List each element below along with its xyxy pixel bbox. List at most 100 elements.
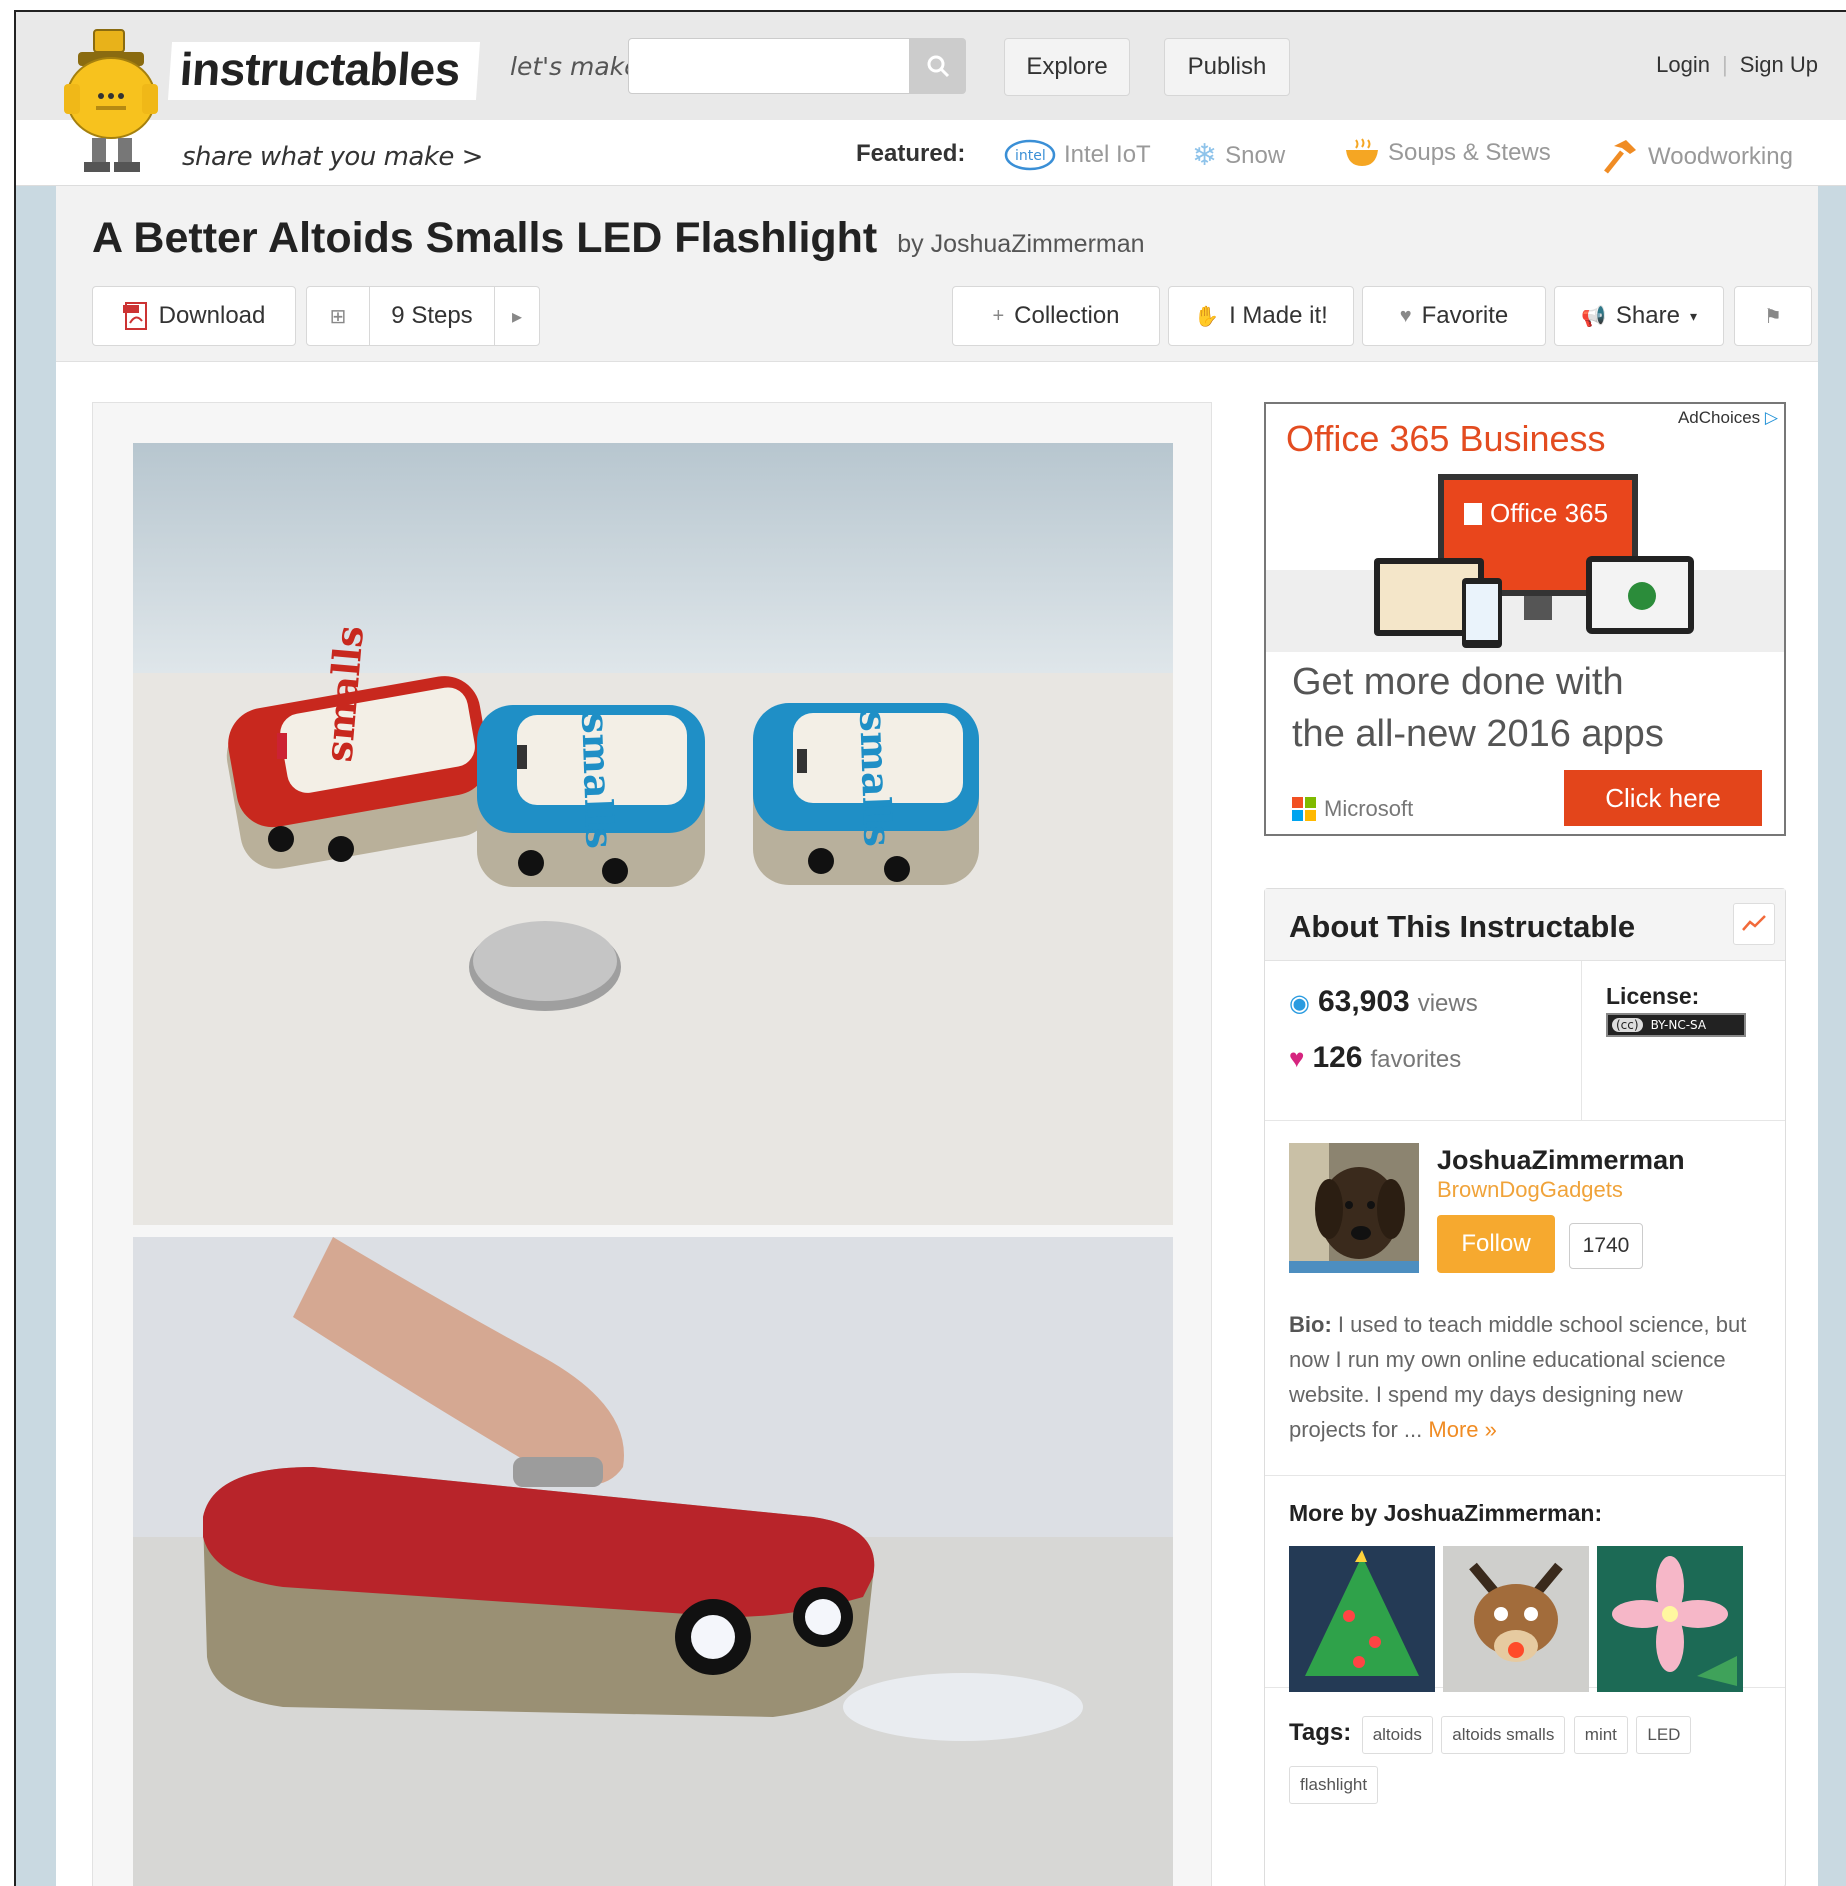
ad-copy-line-1: Get more done with [1292,661,1624,703]
search-label: let's make [510,52,640,81]
account-separator: | [1722,52,1728,77]
favorite-button[interactable]: ♥ Favorite [1362,286,1546,346]
altoids-tins-photo: smalls smalls smalls [133,443,1173,1225]
bio-label: Bio: [1289,1312,1332,1337]
search-button[interactable] [910,38,966,94]
favorite-label: Favorite [1421,302,1509,329]
tags-label: Tags: [1289,1719,1352,1746]
tag-altoids[interactable]: altoids [1361,1716,1433,1754]
about-title: About This Instructable [1289,909,1636,944]
favorites-heart-icon: ♥ [1289,1043,1305,1073]
flashlight-press-photo [133,1237,1173,1886]
flag-button[interactable]: ⚑ [1734,286,1812,346]
follow-button[interactable]: Follow [1437,1215,1555,1273]
cc-icon: (cc) [1612,1018,1643,1032]
i-made-it-button[interactable]: ✋ I Made it! [1168,286,1354,346]
download-label: Download [158,302,266,329]
favorites-label: favorites [1370,1046,1462,1073]
megaphone-icon: 📢 [1581,305,1606,328]
soup-bowl-icon [1346,138,1378,166]
featured-soups-stews[interactable]: Soups & Stews [1344,138,1551,168]
tag-led[interactable]: LED [1636,1716,1692,1754]
flag-icon: ⚑ [1764,305,1782,328]
office-logo-icon [1464,502,1482,525]
ad-click-here-button[interactable]: Click here [1564,770,1762,826]
project-title-row: A Better Altoids Smalls LED Flashlight b… [92,214,1145,263]
add-to-collection-button[interactable]: + Collection [952,286,1160,346]
adchoices-link[interactable]: AdChoices ▷ [1678,408,1778,428]
pdf-icon [122,302,147,330]
line-chart-icon [1742,915,1766,931]
views-label: views [1417,990,1478,1017]
favorites-count: 126 [1312,1041,1363,1074]
plus-icon: + [992,304,1005,327]
about-header: About This Instructable [1265,889,1785,961]
views-stat: ◉ 63,903 views [1289,985,1478,1019]
author-byline: by JoshuaZimmerman [897,230,1144,258]
publish-button[interactable]: Publish [1164,38,1290,96]
site-logo[interactable]: instructables [167,42,480,100]
office-365-badge: Office 365 [1464,498,1608,529]
steps-grid-button[interactable]: ⊞ [306,286,370,346]
intro-photo-flashlight[interactable] [133,1237,1173,1886]
made-it-label: I Made it! [1229,302,1328,329]
explore-button[interactable]: Explore [1004,38,1130,96]
author-team-link[interactable]: BrownDogGadgets [1437,1177,1623,1203]
tag-mint[interactable]: mint [1573,1716,1628,1754]
svg-text:intel: intel [1015,148,1046,164]
more-by-section: More by JoshuaZimmerman: [1265,1476,1785,1692]
author-link[interactable]: JoshuaZimmerman [931,230,1145,258]
search-icon [927,55,950,78]
author-bio: Bio: I used to teach middle school scien… [1289,1307,1759,1447]
more-by-title: More by JoshuaZimmerman: [1289,1500,1603,1526]
tag-flashlight[interactable]: flashlight [1289,1766,1379,1804]
intro-photo-tins[interactable]: smalls smalls smalls [133,443,1173,1225]
steps-button[interactable]: 9 Steps [369,286,495,346]
project-header: A Better Altoids Smalls LED Flashlight b… [56,186,1818,362]
bio-more-link[interactable]: More » [1428,1417,1496,1442]
download-button[interactable]: Download [92,286,296,346]
featured-snow[interactable]: ❄ Snow [1192,138,1285,173]
license-badge-text: BY-NC-SA [1650,1018,1707,1032]
share-button[interactable]: 📢 Share ▾ [1554,286,1724,346]
office-badge-label: Office 365 [1490,498,1609,528]
bio-text: I used to teach middle school science, b… [1289,1312,1747,1442]
more-by-thumb-poinsettia[interactable] [1597,1546,1743,1692]
signup-link[interactable]: Sign Up [1740,52,1818,77]
adchoices-icon: ▷ [1764,408,1778,427]
caret-right-icon: ▸ [511,305,523,328]
microsoft-label: Microsoft [1324,796,1414,821]
favorites-stat: ♥ 126 favorites [1289,1041,1461,1075]
by-prefix: by [897,230,924,258]
tag-altoids-smalls[interactable]: altoids smalls [1441,1716,1566,1754]
author-avatar[interactable] [1289,1143,1419,1273]
featured-woodworking[interactable]: Woodworking [1600,138,1793,176]
stats-section: ◉ 63,903 views ♥ 126 favorites License: … [1265,961,1785,1121]
robot-logo-icon[interactable] [56,26,166,176]
more-by-thumb-tree[interactable] [1289,1546,1435,1692]
site-tagline-link[interactable]: share what you make > [182,142,483,172]
christmas-tree-thumb [1289,1546,1435,1692]
ad-copy-line-2: the all-new 2016 apps [1292,713,1664,755]
eye-icon: ◉ [1289,990,1310,1017]
views-count: 63,903 [1317,985,1410,1018]
project-title: A Better Altoids Smalls LED Flashlight [92,214,878,262]
stats-button[interactable] [1733,903,1775,945]
author-name[interactable]: JoshuaZimmerman [1437,1145,1685,1176]
advertisement[interactable]: Office 365 Business AdChoices ▷ Office 3… [1264,402,1786,836]
share-label: Share [1615,302,1680,329]
collection-label: Collection [1014,302,1120,329]
browser-page: instructables share what you make > let'… [14,10,1846,1886]
account-links: Login | Sign Up [1650,52,1824,78]
more-by-thumb-reindeer[interactable] [1443,1546,1589,1692]
login-link[interactable]: Login [1656,52,1710,77]
license-badge[interactable]: (cc) BY-NC-SA [1606,1013,1746,1037]
search-input[interactable] [628,38,910,94]
hammer-icon [1604,140,1636,174]
featured-intel-iot[interactable]: intel Intel IoT [1004,138,1151,172]
tags-section: Tags: altoids altoids smalls mint LED fl… [1265,1688,1785,1844]
svg-text:smalls: smalls [573,711,623,849]
dog-avatar-image [1289,1143,1419,1273]
steps-label: 9 Steps [391,302,473,329]
next-step-button[interactable]: ▸ [494,286,540,346]
